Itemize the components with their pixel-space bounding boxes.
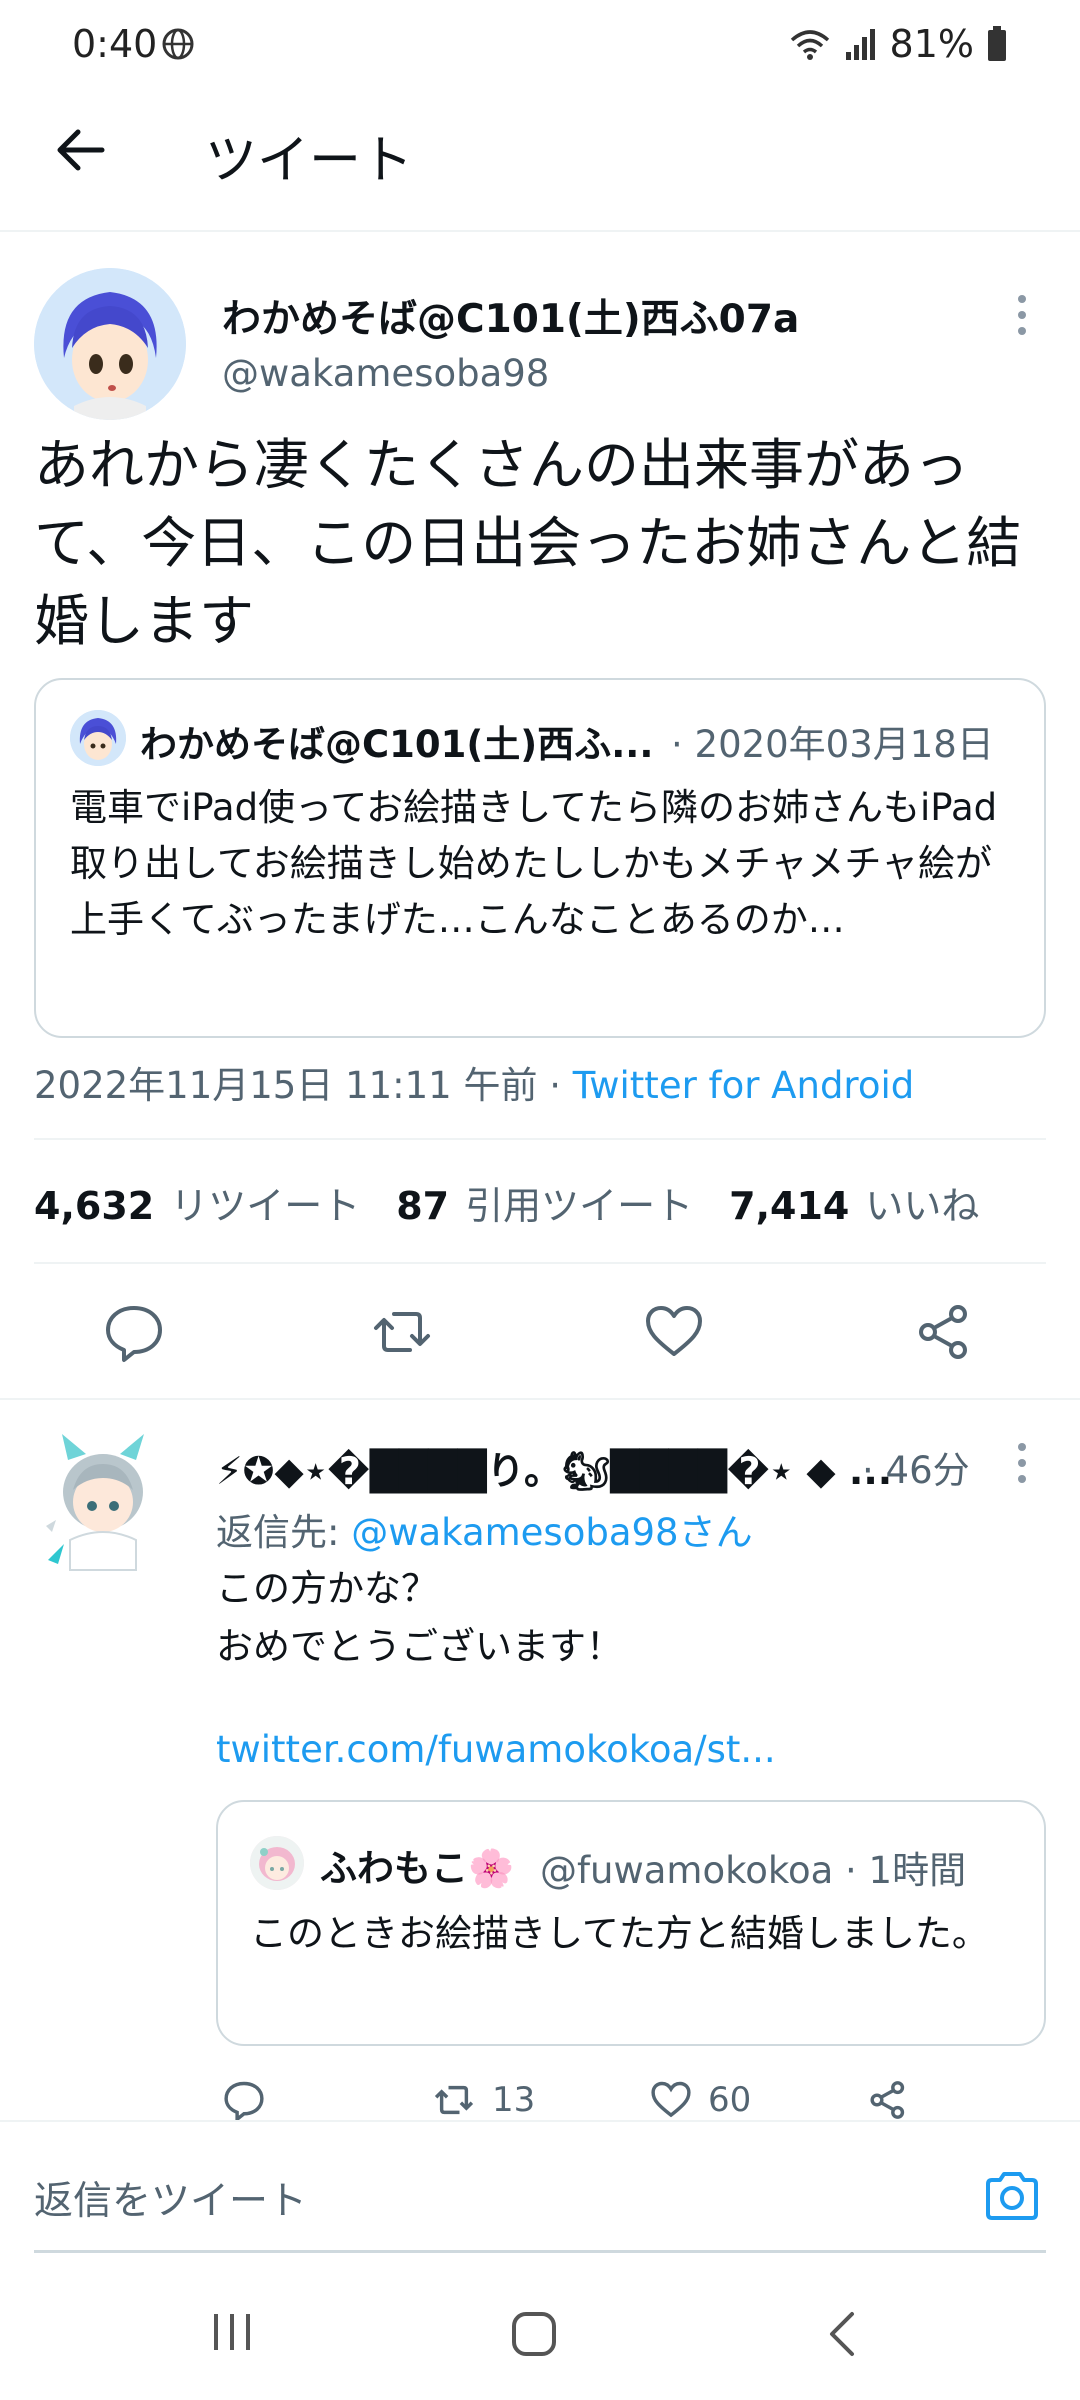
reply-share-action[interactable]: [866, 2080, 910, 2120]
tweet-meta: 2022年11月15日 11:11 午前 · Twitter for Andro…: [34, 1055, 914, 1109]
page-title: ツイート: [205, 131, 414, 191]
reply-reply-action[interactable]: [222, 2080, 266, 2122]
tweet-source-link[interactable]: Twitter for Android: [573, 1064, 914, 1107]
battery-icon: [988, 26, 1006, 61]
reply-like-action[interactable]: 60: [648, 2080, 751, 2120]
avatar-illustration: [250, 1836, 304, 1890]
reply-quoted-tweet[interactable]: ふわもこ🌸 @fuwamokokoa · 1時間 このときお絵描きしてた方と結婚…: [216, 1800, 1046, 2046]
reply-quoted-name: ふわもこ🌸: [320, 1847, 515, 1890]
reply-quoted-handle-time: @fuwamokokoa · 1時間: [540, 1849, 967, 1892]
quoted-author-avatar: [70, 710, 126, 766]
like-heart-icon[interactable]: [642, 1300, 706, 1364]
reply-time: · 46分: [862, 1449, 970, 1492]
avatar-illustration: [70, 710, 126, 766]
wifi-icon: [790, 30, 829, 60]
retweets-label: リツイート: [170, 1184, 361, 1228]
reply-compose-input[interactable]: 返信をツイート: [34, 2170, 307, 2226]
header-divider: [0, 230, 1080, 232]
author-display-name[interactable]: わかめそば@C101(土)西ふ07a: [222, 288, 799, 344]
quoted-author-name: わかめそば@C101(土)西ふ...: [140, 723, 654, 766]
tweet-text: あれから凄くたくさんの出来事があって、今日、この日出会ったお姉さんと結婚します: [34, 433, 1022, 653]
compose-underline: [34, 2250, 1046, 2253]
reply-retweet-action[interactable]: 13: [430, 2080, 535, 2120]
author-avatar[interactable]: [34, 268, 186, 420]
camera-icon[interactable]: [982, 2168, 1042, 2224]
likes-label: いいね: [865, 1184, 980, 1228]
share-icon[interactable]: [912, 1300, 976, 1364]
retweet-icon[interactable]: [370, 1300, 434, 1364]
vpn-globe-icon: [162, 28, 194, 60]
reply-quoted-avatar: [250, 1836, 304, 1890]
reply-to-prefix: 返信先:: [216, 1511, 352, 1554]
meta-separator: ·: [537, 1064, 573, 1107]
reply-to-line: 返信先: @wakamesoba98さん: [216, 1502, 753, 1556]
back-arrow-icon[interactable]: [50, 120, 110, 180]
status-indicators: 81%: [788, 22, 1008, 66]
quoted-text: 電車でiPad使ってお絵描きしてたら隣のお姉さんもiPad取り出してお絵描きし始…: [70, 786, 998, 941]
reply-quoted-text: このときお絵描きしてた方と結婚しました。: [250, 1912, 989, 1955]
like-heart-icon: [651, 2081, 691, 2118]
divider: [34, 1262, 1046, 1264]
reply-like-count: 60: [708, 2080, 752, 2120]
reply-link[interactable]: twitter.com/fuwamokokoa/st...: [216, 1728, 776, 1771]
reply-icon[interactable]: [102, 1300, 166, 1364]
retweets-stat[interactable]: 4,632 リツイート: [34, 1175, 360, 1230]
tweet-stats: 4,632 リツイート 87 引用ツイート 7,414 いいね: [34, 1175, 1015, 1230]
status-time: 0:40: [72, 22, 158, 66]
battery-percent: 81%: [889, 22, 974, 66]
quotes-label: 引用ツイート: [465, 1184, 694, 1228]
reply-author-name[interactable]: ⚡✪◆⋆�████り。🐿████�⋆ ◆ ...: [216, 1440, 892, 1495]
share-icon: [870, 2081, 905, 2119]
nav-back-icon[interactable]: [822, 2310, 862, 2358]
signal-icon: [845, 29, 875, 60]
reply-author-avatar[interactable]: [40, 1430, 166, 1590]
author-handle[interactable]: @wakamesoba98: [222, 352, 549, 395]
divider: [0, 1398, 1080, 1400]
retweets-count: 4,632: [34, 1184, 155, 1228]
reply-to-mention[interactable]: @wakamesoba98さん: [351, 1511, 752, 1554]
quotes-stat[interactable]: 87 引用ツイート: [396, 1175, 693, 1230]
quotes-count: 87: [396, 1184, 450, 1228]
divider: [34, 1138, 1046, 1140]
tweet-timestamp: 2022年11月15日 11:11 午前: [34, 1064, 538, 1107]
avatar-illustration: [34, 268, 186, 420]
avatar-illustration: [46, 1434, 144, 1571]
more-options-icon[interactable]: [1010, 290, 1034, 340]
home-icon[interactable]: [510, 2310, 558, 2358]
more-options-icon[interactable]: [1010, 1438, 1034, 1488]
quoted-date: · 2020年03月18日: [671, 723, 994, 766]
recent-apps-icon[interactable]: [208, 2312, 256, 2352]
reply-retweet-count: 13: [492, 2080, 536, 2120]
likes-stat[interactable]: 7,414 いいね: [729, 1175, 979, 1230]
reply-text: この方かな？ おめでとうございます！: [216, 1567, 623, 1668]
retweet-icon: [434, 2085, 474, 2115]
quoted-tweet[interactable]: わかめそば@C101(土)西ふ... · 2020年03月18日 電車でiPad…: [34, 678, 1046, 1038]
reply-icon: [224, 2081, 264, 2122]
likes-count: 7,414: [729, 1184, 850, 1228]
